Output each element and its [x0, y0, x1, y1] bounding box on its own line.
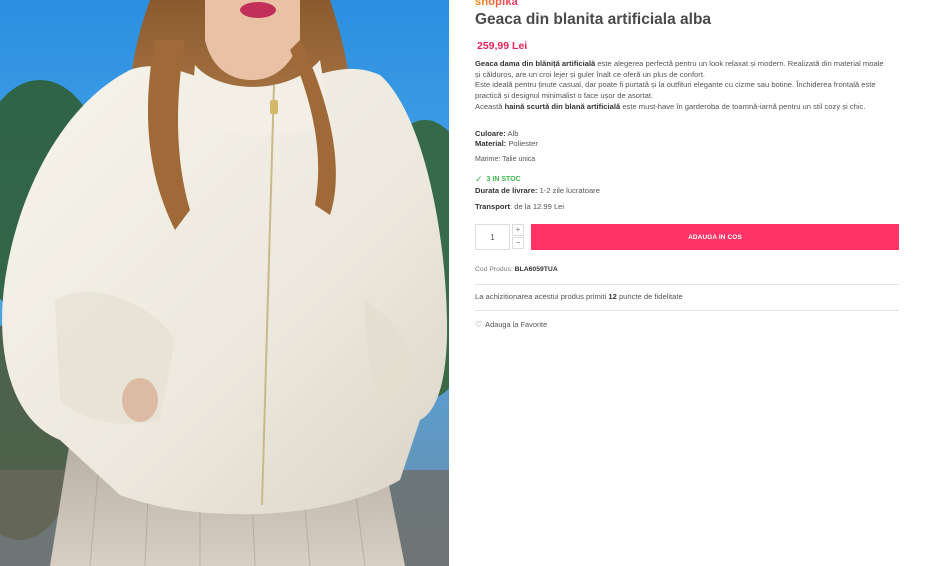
- loyalty-points-value: 12: [608, 292, 617, 301]
- description-text: este must-have în garderoba de toamnă-ia…: [620, 101, 866, 111]
- check-icon: ✓: [475, 174, 483, 184]
- divider: [475, 310, 899, 311]
- product-description: Geaca dama din blăniță artificială este …: [475, 59, 890, 113]
- quantity-decrease-button[interactable]: −: [512, 237, 524, 249]
- color-label: Culoare:: [475, 129, 506, 138]
- delivery-info: Durata de livrare: 1-2 zile lucratoare: [475, 186, 600, 195]
- transport-value: : de la 12.99 Lei: [510, 202, 565, 211]
- description-text: Este ideală pentru ținute casual, dar po…: [475, 80, 876, 101]
- color-value: Alb: [505, 129, 519, 138]
- size-attribute: Marime: Talie unica: [475, 156, 536, 163]
- product-code: Cod Produs: BLA6059TUA: [475, 266, 558, 273]
- divider: [475, 284, 899, 285]
- stock-text: 3 IN STOC: [486, 176, 521, 183]
- loyalty-suffix: puncte de fidelitate: [616, 292, 683, 301]
- material-label: Material:: [475, 139, 507, 148]
- product-image[interactable]: [0, 0, 449, 566]
- stock-status: ✓ 3 IN STOC: [475, 174, 521, 185]
- description-bold-text: haină scurtă din blană artificială: [504, 101, 621, 111]
- description-paragraph: Geaca dama din blăniță artificială este …: [475, 59, 890, 80]
- favorites-label: Adauga la Favorite: [485, 320, 548, 329]
- color-attribute: Culoare: Alb: [475, 129, 518, 138]
- loyalty-points: La achizitionarea acestui produs primiti…: [475, 292, 683, 301]
- sku-value: BLA6059TUA: [514, 266, 558, 273]
- product-price: 259,99 Lei: [477, 40, 528, 52]
- add-to-cart-button[interactable]: ADAUGA IN COS: [531, 224, 899, 250]
- material-value: Poliester: [506, 139, 538, 148]
- loyalty-prefix: La achizitionarea acestui produs primiti: [475, 292, 609, 301]
- material-attribute: Material: Poliester: [475, 139, 538, 148]
- description-text: Această: [475, 101, 505, 111]
- add-to-favorites-link[interactable]: ♡ Adauga la Favorite: [475, 320, 547, 329]
- description-paragraph: Este ideală pentru ținute casual, dar po…: [475, 80, 890, 101]
- brand-logo[interactable]: shopika: [475, 0, 518, 8]
- delivery-value: 1-2 zile lucratoare: [537, 186, 600, 195]
- product-title: Geaca din blanita artificiala alba: [475, 11, 712, 28]
- description-bold-text: Geaca dama din blăniță artificială: [475, 59, 596, 68]
- heart-icon: ♡: [475, 320, 483, 329]
- transport-label: Transport: [475, 202, 511, 211]
- transport-info: Transport: de la 12.99 Lei: [475, 202, 564, 211]
- quantity-input[interactable]: 1: [475, 224, 510, 250]
- quantity-increase-button[interactable]: +: [512, 224, 524, 236]
- description-paragraph: Această haină scurtă din blană artificia…: [475, 102, 890, 113]
- sku-label: Cod Produs:: [475, 266, 515, 273]
- delivery-label: Durata de livrare:: [475, 186, 538, 195]
